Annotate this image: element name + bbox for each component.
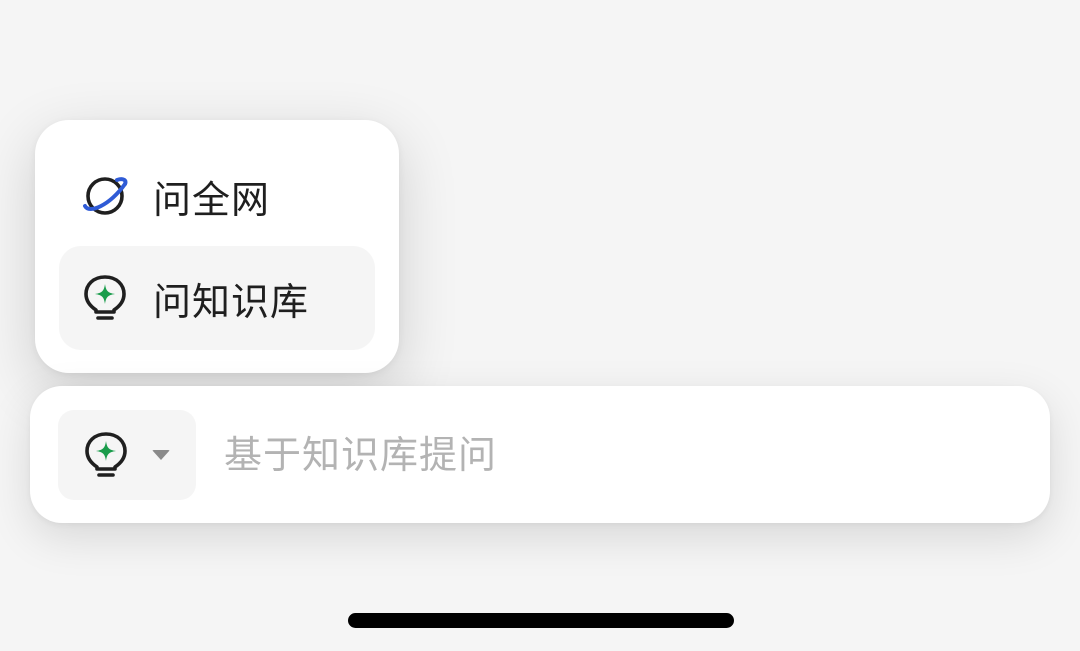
lightbulb-sparkle-icon [80,429,132,481]
mode-menu: 问全网 问知识库 [35,120,399,373]
planet-icon [79,170,131,222]
menu-item-ask-knowledge-base[interactable]: 问知识库 [59,246,375,350]
home-indicator[interactable] [348,613,734,628]
mode-selector-button[interactable] [58,410,196,500]
query-bar [30,386,1050,523]
screen: 问全网 问知识库 [0,0,1080,651]
menu-item-ask-web[interactable]: 问全网 [59,144,375,248]
query-input[interactable] [224,420,1014,490]
chevron-down-icon [152,450,170,460]
menu-item-label: 问知识库 [153,279,310,324]
menu-item-label: 问全网 [153,177,271,222]
lightbulb-sparkle-icon [79,272,131,324]
